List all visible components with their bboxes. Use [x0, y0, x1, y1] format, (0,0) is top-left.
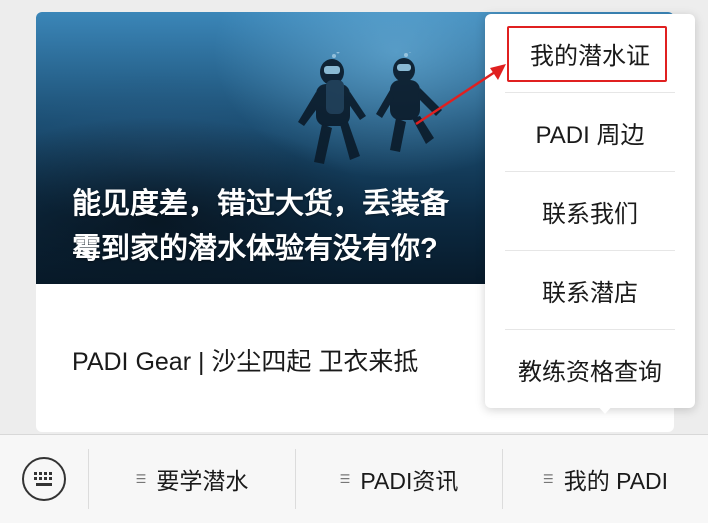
tab-padi-news[interactable]: ☰ PADI资讯: [296, 435, 502, 523]
tab-label: 我的 PADI: [563, 468, 669, 494]
annotation-highlight-box: [507, 26, 667, 82]
menu-item-padi-merch[interactable]: PADI 周边: [505, 93, 675, 172]
menu-item-instructor-check[interactable]: 教练资格查询: [505, 330, 675, 408]
tab-label: 要学潜水: [156, 468, 249, 494]
tab-label: PADI资讯: [360, 468, 459, 494]
menu-item-contact-us[interactable]: 联系我们: [505, 172, 675, 251]
popup-pointer: [596, 404, 614, 414]
menu-lines-icon: ☰: [542, 472, 554, 486]
keyboard-icon[interactable]: [22, 457, 66, 501]
menu-item-contact-dive-shop[interactable]: 联系潜店: [505, 251, 675, 330]
menu-lines-icon: ☰: [135, 472, 147, 486]
tab-learn-diving[interactable]: ☰ 要学潜水: [89, 435, 295, 523]
menu-lines-icon: ☰: [339, 472, 351, 486]
article-title[interactable]: PADI Gear | 沙尘四起 卫衣来抵: [72, 342, 418, 378]
bottom-menu-bar: ☰ 要学潜水 ☰ PADI资讯 ☰ 我的 PADI: [0, 434, 708, 523]
tab-my-padi[interactable]: ☰ 我的 PADI: [503, 435, 708, 523]
annotation-arrow-icon: [415, 64, 506, 126]
